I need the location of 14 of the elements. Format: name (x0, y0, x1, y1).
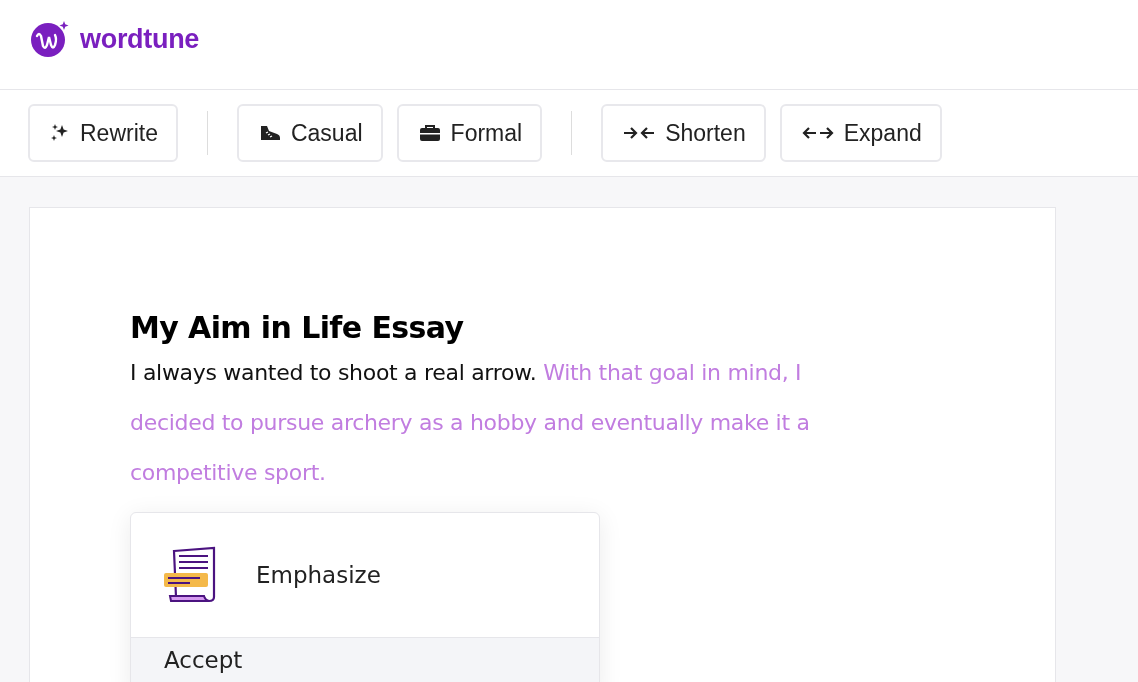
briefcase-icon (418, 124, 441, 142)
toolbar-button[interactable]: Formal (396, 104, 543, 162)
document-title: My Aim in Life Essay (130, 309, 465, 347)
sneaker-icon (258, 124, 281, 142)
arrows-out-icon (801, 125, 834, 141)
brand-name: wordtune (80, 24, 200, 55)
toolbar-button[interactable]: Rewrite (28, 104, 178, 162)
document-paragraph: I always wanted to shoot a real arrow. With that goal in mind, I decided to pursue archery as a hobby and eventually make it a competitive sport. (130, 359, 811, 487)
sparkles-icon (50, 123, 70, 143)
toolbar-button[interactable]: Shorten (601, 104, 766, 162)
arrows-in-icon (623, 125, 656, 141)
toolbar-button[interactable]: Casual (236, 104, 383, 162)
toolbar-button[interactable]: Expand (779, 104, 942, 162)
accept-button[interactable]: Accept (131, 638, 599, 682)
